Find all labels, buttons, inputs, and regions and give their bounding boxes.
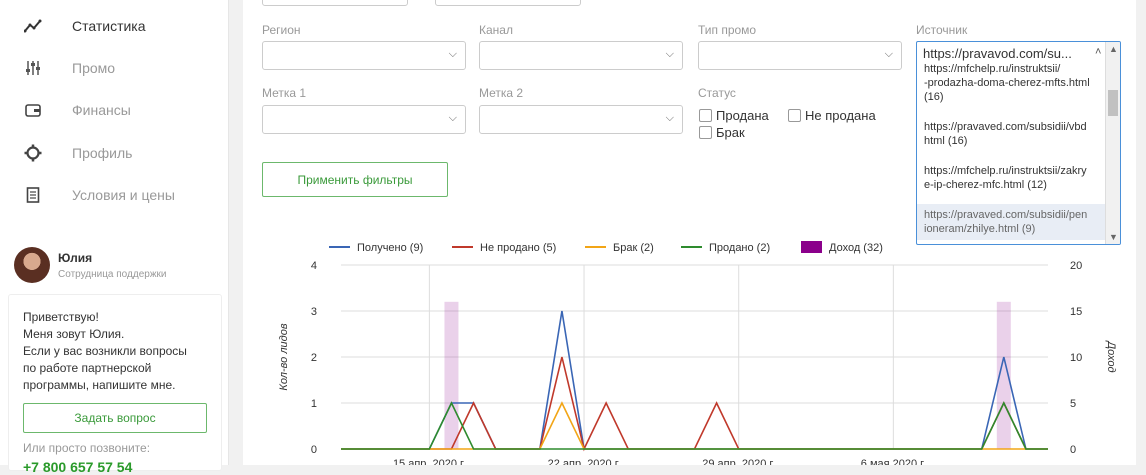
- legend-item-sold[interactable]: Продано (2): [681, 242, 770, 254]
- user-name: Юлия: [58, 251, 93, 265]
- y2-tick-label: 15: [1070, 306, 1082, 318]
- chat-line: по работе партнерской: [23, 361, 152, 375]
- sidebar-item-label: Статистика: [72, 18, 146, 34]
- legend-label: Продано (2): [709, 242, 770, 254]
- legend-label: Брак (2): [613, 242, 654, 254]
- main-content: Регион Канал Тип промо Источник ⌵ ⌵ ⌵ Ме…: [243, 0, 1136, 465]
- income-bar: [444, 301, 459, 449]
- y2-tick-label: 5: [1070, 398, 1076, 410]
- y-tick-label: 4: [311, 260, 317, 272]
- y2-axis-title: Доход: [1105, 339, 1117, 372]
- chart-legend: Получено (9) Не продано (5) Брак (2) Продан…: [329, 241, 883, 254]
- chart-ticks: 0 01 52 103 154 2015 апр. 2020 г. 22 апр. 2020…: [278, 260, 1117, 465]
- x-tick-label: 15 апр. 2020 г.: [393, 458, 466, 465]
- y-axis-title: Кол-во лидов: [278, 323, 290, 390]
- user-role: Сотрудница поддержки: [58, 269, 167, 280]
- wallet-icon: [24, 101, 42, 119]
- y-tick-label: 3: [311, 306, 317, 318]
- sidebar-item-finance[interactable]: Финансы: [0, 95, 228, 125]
- legend-item-received[interactable]: Получено (9): [329, 242, 423, 254]
- legend-item-defect[interactable]: Брак (2): [585, 242, 654, 254]
- x-tick-label: 29 апр. 2020 г.: [702, 458, 775, 465]
- sidebar-item-label: Профиль: [72, 145, 133, 161]
- leads-chart: Получено (9) Не продано (5) Брак (2) Продан…: [278, 241, 1117, 465]
- y-tick-label: 1: [311, 398, 317, 410]
- chat-line: программы, напишите мне.: [23, 378, 176, 392]
- sidebar-item-label: Условия и цены: [72, 187, 175, 203]
- document-icon: [24, 186, 42, 204]
- sidebar-item-terms[interactable]: Условия и цены: [0, 180, 228, 210]
- chart-line-icon: [24, 17, 42, 35]
- y-tick-label: 2: [311, 352, 317, 364]
- legend-item-income[interactable]: Доход (32): [801, 241, 883, 254]
- legend-item-not_sold[interactable]: Не продано (5): [452, 242, 556, 254]
- gear-icon: [24, 144, 42, 162]
- x-tick-label: 6 мая 2020 г.: [861, 458, 926, 465]
- avatar: [14, 247, 50, 283]
- y2-tick-label: 10: [1070, 352, 1082, 364]
- legend-swatch: [801, 241, 822, 253]
- sidebar-item-label: Промо: [72, 60, 116, 76]
- y2-tick-label: 20: [1070, 260, 1082, 272]
- support-chat-card: Приветствую! Меня зовут Юлия. Если у вас…: [8, 294, 222, 475]
- y-tick-label: 0: [311, 444, 317, 456]
- chat-message: Приветствую! Меня зовут Юлия. Если у вас…: [23, 309, 213, 394]
- sidebar-item-profile[interactable]: Профиль: [0, 138, 228, 168]
- sidebar-item-statistics[interactable]: Статистика: [0, 11, 228, 41]
- legend-label: Не продано (5): [480, 242, 556, 254]
- x-tick-label: 22 апр. 2020 г.: [548, 458, 621, 465]
- phone-link[interactable]: +7 800 657 57 54: [23, 459, 132, 475]
- chat-line: Если у вас возникли вопросы: [23, 344, 187, 358]
- ask-question-button[interactable]: Задать вопрос: [23, 403, 207, 433]
- sidebar: Статистика Промо Финансы Профиль Условия…: [0, 0, 229, 475]
- legend-label: Получено (9): [357, 242, 423, 254]
- legend-label: Доход (32): [829, 242, 883, 254]
- chat-line: Приветствую!: [23, 310, 99, 324]
- call-text: Или просто позвоните:: [23, 441, 151, 455]
- sliders-icon: [24, 59, 42, 77]
- sidebar-item-label: Финансы: [72, 102, 131, 118]
- chat-line: Меня зовут Юлия.: [23, 327, 125, 341]
- y2-tick-label: 0: [1070, 444, 1076, 456]
- sidebar-item-promo[interactable]: Промо: [0, 53, 228, 83]
